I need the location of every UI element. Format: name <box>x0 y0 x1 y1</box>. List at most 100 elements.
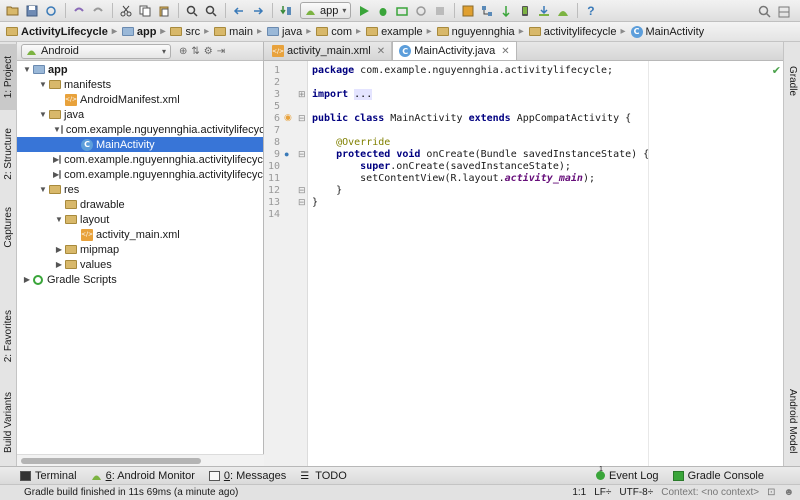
hide-panel-icon[interactable]: ⇥ <box>217 46 225 57</box>
collapse-arrow-icon[interactable]: ▶ <box>53 245 65 254</box>
debug-icon[interactable] <box>374 2 391 19</box>
tool-tab-android-monitor[interactable]: 6: Android Monitor <box>91 470 195 482</box>
back-icon[interactable] <box>230 2 247 19</box>
expand-arrow-icon[interactable]: ▼ <box>21 65 33 74</box>
run-configuration-select[interactable]: app ▾ <box>300 2 352 19</box>
tree-item[interactable]: ▼ com.example.nguyennghia.activitylifecyc… <box>17 122 263 137</box>
tool-tab-build-variants[interactable]: Build Variants <box>0 382 17 462</box>
tree-item[interactable]: ▼ app <box>17 62 263 77</box>
paste-icon[interactable] <box>155 2 172 19</box>
expand-arrow-icon[interactable]: ▼ <box>37 80 49 89</box>
editor-tab[interactable]: C MainActivity.java ✕ <box>392 41 517 60</box>
breadcrumb-item-nguyennghia[interactable]: nguyennghia ▸ <box>435 24 527 40</box>
tree-item[interactable]: drawable <box>17 197 263 212</box>
tool-tab-todo[interactable]: ☰ TODO <box>300 470 347 482</box>
gear-icon[interactable]: ⚙ <box>204 46 213 57</box>
tree-item[interactable]: ▼ res <box>17 182 263 197</box>
tool-tab-gradle-console[interactable]: Gradle Console <box>672 470 764 482</box>
editor-tab[interactable]: </> activity_main.xml ✕ <box>266 42 393 60</box>
line-separator[interactable]: LF÷ <box>594 487 611 498</box>
horizontal-scrollbar[interactable] <box>17 454 264 466</box>
tree-item[interactable]: </> activity_main.xml <box>17 227 263 242</box>
breadcrumb-item-project[interactable]: ActivityLifecycle ▸ <box>4 24 120 40</box>
tree-item[interactable]: C MainActivity <box>17 137 263 152</box>
tree-item[interactable]: ▼ java <box>17 107 263 122</box>
tool-tab-structure[interactable]: 2: Structure <box>0 118 17 190</box>
tree-item[interactable]: ▼ layout <box>17 212 263 227</box>
breadcrumb-item-mainactivity[interactable]: C MainActivity <box>629 24 708 40</box>
make-icon[interactable] <box>277 2 294 19</box>
file-encoding[interactable]: UTF-8÷ <box>619 487 653 498</box>
expand-arrow-icon[interactable]: ▼ <box>37 185 49 194</box>
collapse-all-icon[interactable]: ⇅ <box>191 46 199 57</box>
profile-icon[interactable] <box>459 2 476 19</box>
layout-icon[interactable] <box>775 3 792 20</box>
tree-item[interactable]: </> AndroidManifest.xml <box>17 92 263 107</box>
collapse-arrow-icon[interactable]: ▶ <box>53 260 65 269</box>
sdk-manager-icon[interactable] <box>535 2 552 19</box>
lock-icon[interactable]: ⊡ <box>767 487 775 498</box>
save-icon[interactable] <box>23 2 40 19</box>
caret-position[interactable]: 1:1 <box>572 487 586 498</box>
replace-icon[interactable] <box>202 2 219 19</box>
tool-tab-messages[interactable]: 0: Messages <box>208 470 286 482</box>
fold-collapse-icon[interactable]: ⊟ <box>298 197 306 208</box>
tool-tab-captures[interactable]: Captures <box>0 198 17 256</box>
project-view-select[interactable]: Android ▾ <box>21 43 171 59</box>
tree-item[interactable]: ▶ com.example.nguyennghia.activitylifecyc… <box>17 167 263 182</box>
fold-expand-icon[interactable]: ⊞ <box>298 89 306 100</box>
sync-icon[interactable] <box>42 2 59 19</box>
breadcrumb-item-main[interactable]: main ▸ <box>212 24 265 40</box>
copy-icon[interactable] <box>136 2 153 19</box>
close-icon[interactable]: ✕ <box>377 46 385 57</box>
search-icon[interactable] <box>756 3 773 20</box>
forward-icon[interactable] <box>249 2 266 19</box>
tool-tab-event-log[interactable]: 1 Event Log <box>596 466 659 482</box>
android-device-monitor-icon[interactable] <box>554 2 571 19</box>
help-icon[interactable]: ? <box>582 2 599 19</box>
breadcrumb-item-module[interactable]: app ▸ <box>120 24 169 40</box>
tool-tab-gradle[interactable]: Gradle <box>784 56 800 106</box>
tree-item[interactable]: ▼ manifests <box>17 77 263 92</box>
close-icon[interactable]: ✕ <box>501 46 509 57</box>
avd-manager-icon[interactable] <box>516 2 533 19</box>
implemented-class-icon[interactable]: ◉ <box>284 112 292 123</box>
context-indicator[interactable]: Context: <no context> <box>661 487 759 498</box>
code-area[interactable]: package com.example.nguyennghia.activity… <box>312 61 772 466</box>
rerun-icon[interactable] <box>412 2 429 19</box>
breadcrumb-item-src[interactable]: src ▸ <box>168 24 212 40</box>
find-icon[interactable] <box>183 2 200 19</box>
expand-arrow-icon[interactable]: ▼ <box>53 125 61 134</box>
gradle-sync-icon[interactable] <box>497 2 514 19</box>
breadcrumb-item-example[interactable]: example ▸ <box>364 24 435 40</box>
stop-icon[interactable] <box>431 2 448 19</box>
breadcrumb-item-activitylifecycle[interactable]: activitylifecycle ▸ <box>527 24 629 40</box>
hector-icon[interactable]: ☻ <box>783 487 794 498</box>
undo-icon[interactable] <box>70 2 87 19</box>
attach-debugger-icon[interactable] <box>393 2 410 19</box>
redo-icon[interactable] <box>89 2 106 19</box>
scroll-from-source-icon[interactable]: ⊕ <box>179 46 187 57</box>
code-token: extends <box>468 113 511 124</box>
tree-item[interactable]: ▶ Gradle Scripts <box>17 272 263 287</box>
tool-tab-favorites[interactable]: 2: Favorites <box>0 300 17 372</box>
expand-arrow-icon[interactable]: ▼ <box>37 110 49 119</box>
expand-arrow-icon[interactable]: ▼ <box>53 215 65 224</box>
fold-collapse-icon[interactable]: ⊟ <box>298 149 306 160</box>
tree-item[interactable]: ▶ values <box>17 257 263 272</box>
tool-tab-terminal[interactable]: Terminal <box>20 470 77 482</box>
collapse-arrow-icon[interactable]: ▶ <box>21 275 33 284</box>
tree-item[interactable]: ▶ com.example.nguyennghia.activitylifecyc… <box>17 152 263 167</box>
structure-icon[interactable] <box>478 2 495 19</box>
fold-collapse-icon[interactable]: ⊟ <box>298 185 306 196</box>
breadcrumb-item-java[interactable]: java ▸ <box>265 24 314 40</box>
tree-item[interactable]: ▶ mipmap <box>17 242 263 257</box>
fold-collapse-icon[interactable]: ⊟ <box>298 113 306 124</box>
run-icon[interactable] <box>355 2 372 19</box>
tool-tab-android-model[interactable]: Android Model <box>784 380 800 462</box>
tool-tab-project[interactable]: 1: Project <box>0 44 17 110</box>
cut-icon[interactable] <box>117 2 134 19</box>
open-icon[interactable] <box>4 2 21 19</box>
breadcrumb-item-com[interactable]: com ▸ <box>314 24 364 40</box>
override-method-icon[interactable]: ● <box>284 149 289 159</box>
